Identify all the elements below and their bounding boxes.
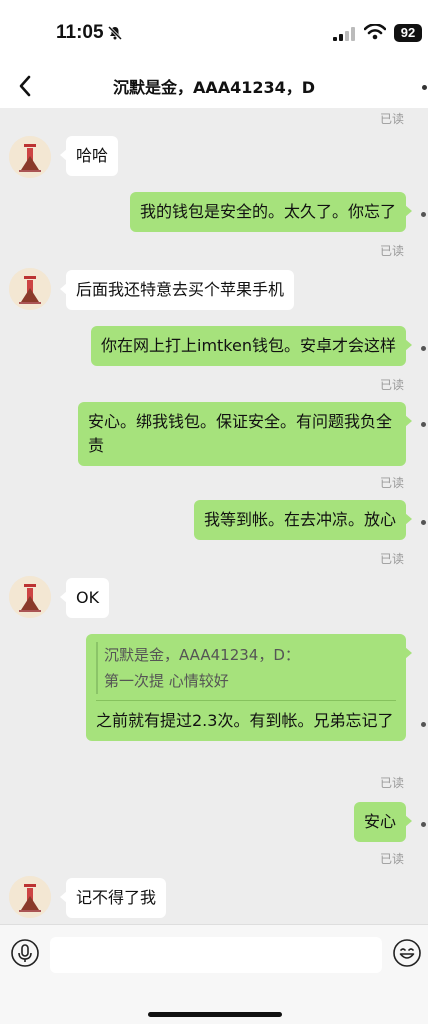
cellular-signal-icon — [333, 26, 355, 45]
message-text: 之前就有提过2.3次。有到帐。兄弟忘记了 — [96, 711, 394, 730]
message-bubble-sent[interactable]: 安心。绑我钱包。保证安全。有问题我负全责 — [78, 402, 412, 466]
emoji-icon[interactable] — [392, 938, 422, 972]
message-text: 哈哈 — [76, 146, 109, 165]
quote-author: 沉默是金，AAA41234，D： — [96, 642, 396, 668]
avatar-image — [9, 576, 51, 618]
home-indicator[interactable] — [148, 1012, 282, 1017]
message-text: 我等到帐。在去冲凉。放心 — [203, 510, 396, 529]
avatar[interactable] — [9, 876, 51, 918]
avatar[interactable] — [9, 576, 51, 618]
status-bar: 11:05 92 — [0, 0, 428, 64]
message-text: 安心 — [363, 812, 396, 831]
quote-text: 第一次提 心情较好 — [96, 668, 396, 694]
avatar[interactable] — [9, 136, 51, 178]
avatar-image — [9, 136, 51, 178]
message-text: 我的钱包是安全的。太久了。你忘了 — [139, 202, 396, 221]
message-bubble-received[interactable]: 记不得了我 — [59, 878, 167, 918]
bell-slash-icon — [107, 25, 123, 45]
message-text: 你在网上打上imtken钱包。安卓才会这样 — [101, 336, 396, 355]
input-bar — [0, 924, 428, 1024]
microphone-icon[interactable] — [10, 938, 40, 972]
side-marker — [421, 722, 426, 727]
avatar-image — [9, 876, 51, 918]
read-receipt: 已读 — [379, 378, 404, 392]
message-text: 记不得了我 — [76, 888, 157, 907]
battery-icon: 92 — [394, 24, 422, 42]
message-text: 安心。绑我钱包。保证安全。有问题我负全责 — [88, 412, 393, 455]
read-receipt: 已读 — [379, 776, 404, 790]
avatar[interactable] — [9, 268, 51, 310]
message-text: OK — [76, 588, 100, 607]
side-marker — [421, 212, 426, 217]
message-bubble-received[interactable]: 哈哈 — [59, 136, 119, 176]
quoted-message[interactable]: 沉默是金，AAA41234，D： 第一次提 心情较好 — [96, 642, 396, 701]
message-text: 后面我还特意去买个苹果手机 — [76, 280, 285, 299]
chat-title: 沉默是金，AAA41234，D — [112, 78, 316, 97]
message-bubble-sent[interactable]: 我等到帐。在去冲凉。放心 — [193, 500, 413, 540]
status-time: 11:05 — [56, 22, 104, 43]
message-list[interactable]: 已读 哈哈 我的钱包是安全的。太久了。你忘了 已读 后面我还特意去买个苹果手机 — [0, 108, 428, 924]
side-marker — [421, 346, 426, 351]
read-receipt: 已读 — [379, 852, 404, 866]
chat-header: 沉默是金，AAA41234，D — [0, 64, 428, 108]
message-bubble-sent-with-quote[interactable]: 沉默是金，AAA41234，D： 第一次提 心情较好 之前就有提过2.3次。有到… — [86, 634, 412, 741]
read-receipt: 已读 — [379, 112, 404, 126]
message-bubble-sent[interactable]: 我的钱包是安全的。太久了。你忘了 — [129, 192, 413, 232]
back-chevron-icon[interactable] — [16, 74, 34, 102]
message-bubble-received[interactable]: OK — [59, 578, 110, 618]
more-icon[interactable] — [422, 85, 427, 90]
side-marker — [421, 422, 426, 427]
read-receipt: 已读 — [379, 476, 404, 490]
read-receipt: 已读 — [379, 244, 404, 258]
avatar-image — [9, 268, 51, 310]
message-bubble-received[interactable]: 后面我还特意去买个苹果手机 — [59, 270, 295, 310]
message-bubble-sent[interactable]: 你在网上打上imtken钱包。安卓才会这样 — [91, 326, 412, 366]
message-input[interactable] — [50, 937, 382, 973]
message-bubble-sent[interactable]: 安心 — [353, 802, 413, 842]
read-receipt: 已读 — [379, 552, 404, 566]
side-marker — [421, 520, 426, 525]
wifi-icon — [363, 23, 387, 44]
side-marker — [421, 822, 426, 827]
